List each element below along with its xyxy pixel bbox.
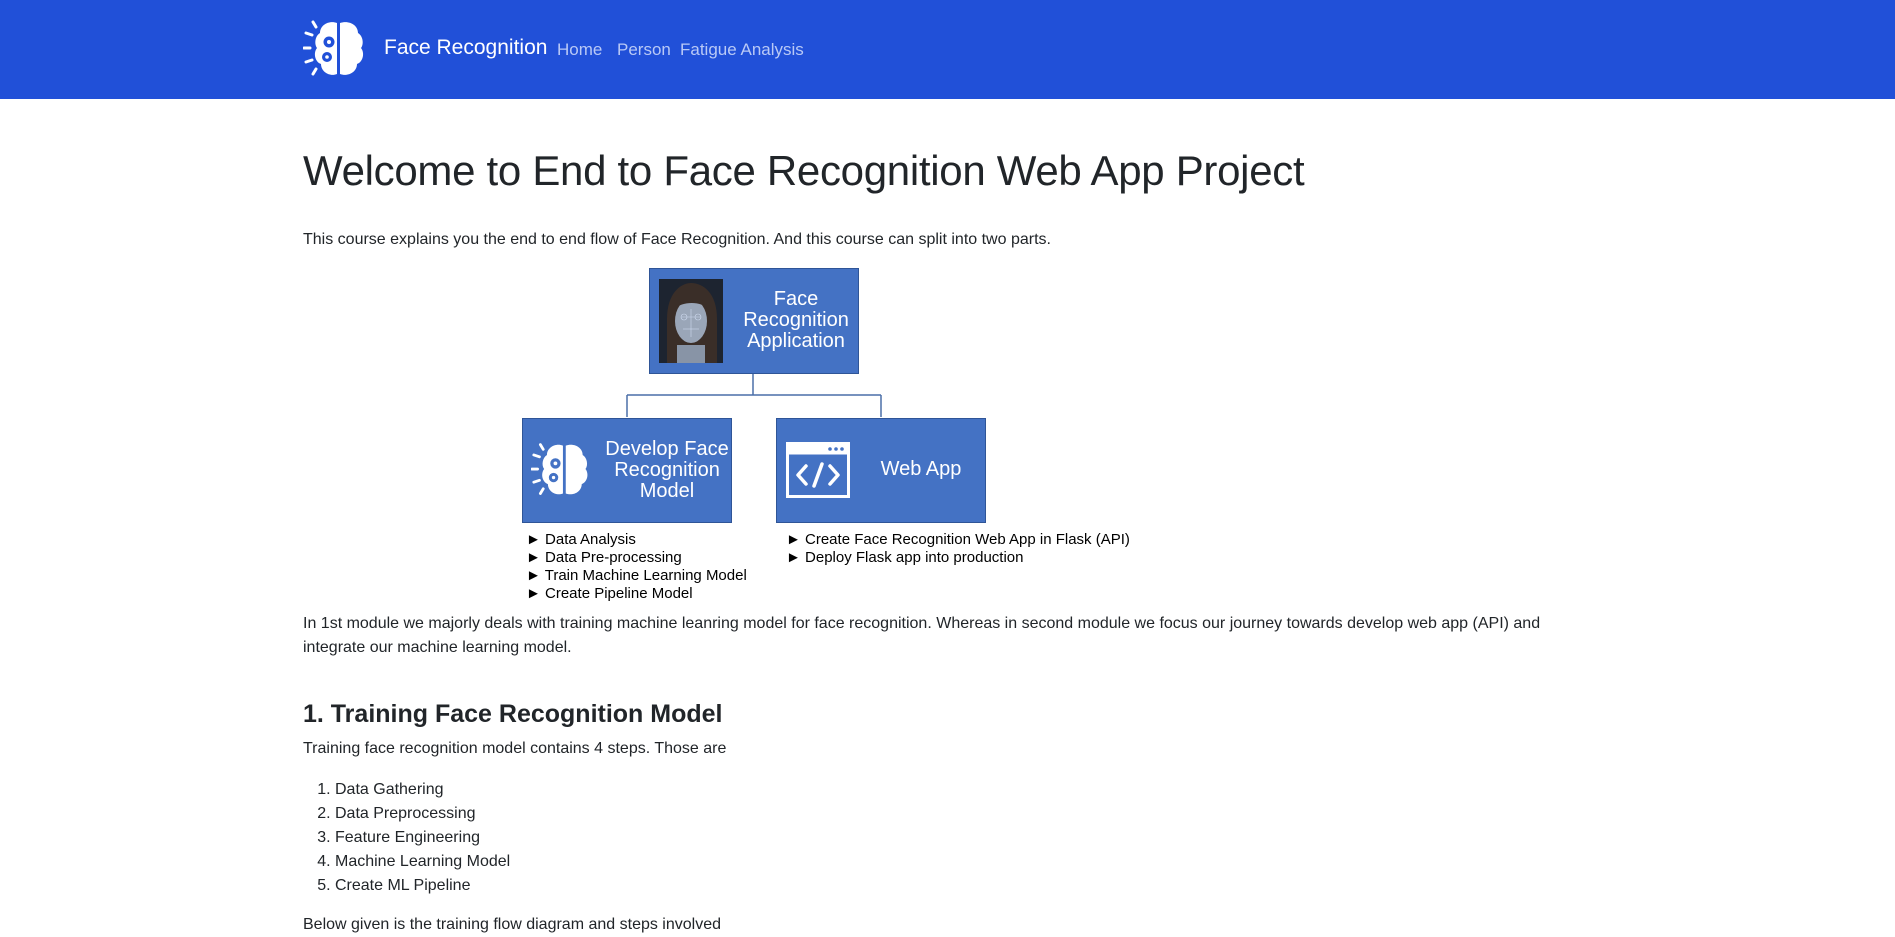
root-box-label: Face Recognition Application (738, 289, 854, 352)
develop-model-bullet: ► Data Pre-processing (526, 549, 682, 566)
course-overview-diagram: Face Recognition Application Develop Fac… (520, 266, 1140, 606)
module-summary-text: In 1st module we majorly deals with trai… (303, 615, 1541, 656)
web-app-bullets: ► Create Face Recognition Web App in Fla… (786, 531, 1130, 567)
list-item: Data Gathering (335, 778, 510, 802)
training-flow-caption: Below given is the training flow diagram… (303, 916, 722, 933)
nav-link-person[interactable]: Person (617, 40, 671, 60)
root-box-label-line-1: Face (773, 288, 819, 310)
nav-link-home[interactable]: Home (557, 40, 602, 60)
list-item: Feature Engineering (335, 826, 510, 850)
root-box-label-line-3: Application (747, 330, 845, 352)
develop-model-bullet: ► Train Machine Learning Model (526, 567, 747, 584)
page-title: Welcome to End to Face Recognition Web A… (303, 147, 1305, 194)
intro-text: This course explains you the end to end … (303, 231, 1051, 248)
navbar: Face Recognition Home Person Fatigue Ana… (0, 0, 1895, 99)
list-item: Data Preprocessing (335, 802, 510, 826)
section-lead-text: Training face recognition model contains… (303, 740, 727, 757)
list-item: Machine Learning Model (335, 850, 510, 874)
list-item: Create ML Pipeline (335, 874, 510, 898)
web-app-bullet: ► Create Face Recognition Web App in Fla… (786, 531, 1130, 548)
brain-gear-icon (531, 443, 588, 495)
box-web-app-label: Web App (880, 458, 962, 480)
develop-model-bullets: ► Data Analysis ► Data Pre-processing ► … (526, 531, 747, 603)
training-steps-list: Data Gathering Data Preprocessing Featur… (303, 778, 510, 898)
nav-link-fatigue-analysis[interactable]: Fatigue Analysis (680, 40, 804, 60)
root-box-face-recognition-application: Face Recognition Application (649, 268, 859, 374)
box-develop-model-line-3: Model (639, 480, 695, 502)
box-develop-model: Develop Face Recognition Model (522, 418, 732, 523)
brain-gear-logo-icon[interactable] (303, 18, 369, 80)
brand-name[interactable]: Face Recognition (384, 36, 547, 60)
section-heading-training: 1. Training Face Recognition Model (303, 700, 723, 728)
face-portrait-icon (659, 279, 723, 363)
box-develop-model-line-1: Develop Face (605, 438, 729, 460)
box-develop-model-label: Develop Face Recognition Model (603, 439, 731, 502)
box-web-app: Web App (776, 418, 986, 523)
develop-model-bullet: ► Create Pipeline Model (526, 585, 693, 602)
web-app-bullet: ► Deploy Flask app into production (786, 549, 1024, 566)
root-box-label-line-2: Recognition (743, 309, 849, 331)
develop-model-bullet: ► Data Analysis (526, 531, 636, 548)
box-develop-model-line-2: Recognition (614, 459, 720, 481)
code-window-icon (786, 442, 850, 498)
